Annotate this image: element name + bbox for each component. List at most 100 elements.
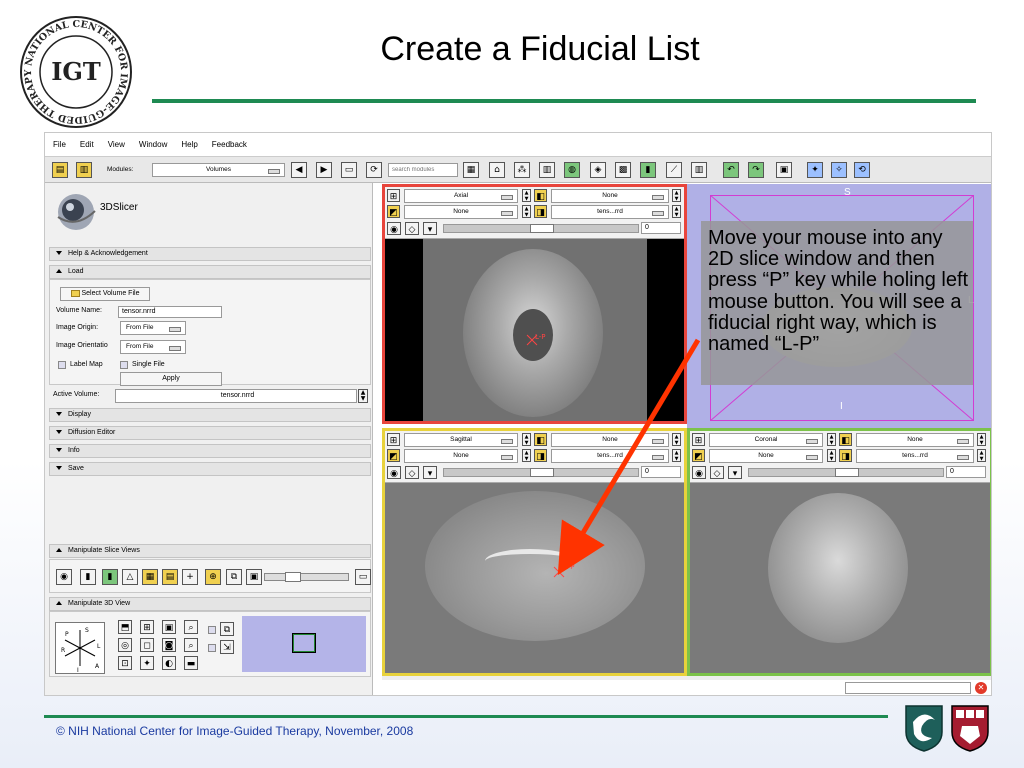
- green-label-select[interactable]: None: [709, 449, 823, 463]
- section-3d-view[interactable]: Manipulate 3D View: [49, 597, 371, 611]
- red-label-select[interactable]: None: [404, 205, 518, 219]
- green-menu-icon[interactable]: ▾: [728, 466, 742, 479]
- section-slice-views[interactable]: Manipulate Slice Views: [49, 544, 371, 558]
- section-save[interactable]: Save: [49, 462, 371, 476]
- section-diffusion[interactable]: Diffusion Editor: [49, 426, 371, 440]
- view-red-icon[interactable]: ▬: [184, 656, 198, 670]
- menu-view[interactable]: View: [108, 140, 125, 156]
- fiducials-icon[interactable]: ◈: [590, 162, 606, 178]
- red-layer-icon[interactable]: ⊞: [387, 189, 400, 202]
- red-bg-spinner[interactable]: ▲ ▼: [672, 205, 681, 218]
- green-bg-icon[interactable]: ◨: [839, 449, 852, 462]
- volume-name-field[interactable]: tensor.nrrd: [118, 306, 222, 318]
- zoom-out-icon[interactable]: ⌕: [184, 638, 198, 652]
- green-bg-spinner[interactable]: ▲ ▼: [977, 449, 986, 462]
- slice-intersect-icon[interactable]: ⊕: [205, 569, 221, 585]
- green-fg-icon[interactable]: ◧: [839, 433, 852, 446]
- green-offset-field[interactable]: 0: [946, 466, 986, 478]
- yellow-orientation-select[interactable]: Sagittal: [404, 433, 518, 447]
- green-offset-slider[interactable]: [748, 468, 944, 477]
- red-label-icon[interactable]: ◩: [387, 205, 400, 218]
- module-history-icon[interactable]: ▭: [341, 162, 357, 178]
- slice-window-icon[interactable]: ▣: [246, 569, 262, 585]
- green-label-spinner[interactable]: ▲ ▼: [827, 449, 836, 462]
- rotate-icon[interactable]: ⟲: [854, 162, 870, 178]
- green-orientation-select[interactable]: Coronal: [709, 433, 823, 447]
- green-link-icon[interactable]: ◇: [710, 466, 724, 479]
- green-fg-select[interactable]: None: [856, 433, 974, 447]
- red-fg-icon[interactable]: ◧: [534, 189, 547, 202]
- save-scene-icon[interactable]: ▥: [76, 162, 92, 178]
- label-map-checkbox[interactable]: [58, 361, 66, 369]
- refresh-icon[interactable]: ⟳: [366, 162, 382, 178]
- slice-lightbox-icon[interactable]: ▤: [162, 569, 178, 585]
- slice-fov-slider[interactable]: [264, 572, 349, 582]
- transforms-icon[interactable]: ▮: [640, 162, 656, 178]
- select-volume-button[interactable]: Select Volume File: [60, 287, 150, 301]
- layout-icon[interactable]: ▣: [776, 162, 792, 178]
- menu-file[interactable]: File: [53, 140, 66, 156]
- menu-edit[interactable]: Edit: [80, 140, 94, 156]
- slice-link-icon[interactable]: ▮: [102, 569, 118, 585]
- green-fg-spinner-2[interactable]: ▲ ▼: [977, 433, 986, 446]
- orientation-select[interactable]: From File: [120, 340, 186, 354]
- red-visibility-icon[interactable]: ◉: [387, 222, 401, 235]
- models-icon[interactable]: ◍: [564, 162, 580, 178]
- section-help[interactable]: Help & Acknowledgement: [49, 247, 371, 261]
- red-bg-icon[interactable]: ◨: [534, 205, 547, 218]
- module-selector[interactable]: Volumes: [152, 163, 285, 177]
- yellow-fg-spinner[interactable]: ▲ ▼: [522, 433, 531, 446]
- measure-icon[interactable]: ⟋: [666, 162, 682, 178]
- view-box-icon[interactable]: ◻: [140, 638, 154, 652]
- place-icon[interactable]: ✧: [831, 162, 847, 178]
- viewer-splitter[interactable]: [382, 676, 991, 680]
- yellow-visibility-icon[interactable]: ◉: [387, 466, 401, 479]
- apply-button[interactable]: Apply: [120, 372, 222, 386]
- slice-eye-icon[interactable]: ◉: [56, 569, 72, 585]
- yellow-layer-icon[interactable]: ⊞: [387, 433, 400, 446]
- colors-icon[interactable]: ▥: [691, 162, 707, 178]
- yellow-label-icon[interactable]: ◩: [387, 449, 400, 462]
- view-option-checkbox-2[interactable]: [208, 644, 216, 652]
- pick-icon[interactable]: ✦: [807, 162, 823, 178]
- view-center-icon[interactable]: ⊡: [118, 656, 132, 670]
- yellow-link-icon[interactable]: ◇: [405, 466, 419, 479]
- clear-icon[interactable]: ✕: [975, 682, 987, 694]
- green-slice-viewer[interactable]: ⊞ Coronal ▲ ▼ ◧ None ▲ ▼ ◩ None ▲ ▼ ◨ tens.…: [687, 428, 991, 676]
- red-orientation-select[interactable]: Axial: [404, 189, 518, 203]
- slice-annot-icon[interactable]: △: [122, 569, 138, 585]
- view-snapshot-icon[interactable]: ⧉: [220, 622, 234, 636]
- view-stereo-icon[interactable]: ◐: [162, 656, 176, 670]
- section-display[interactable]: Display: [49, 408, 371, 422]
- single-file-checkbox[interactable]: [120, 361, 128, 369]
- view-pitch-icon[interactable]: ⬒: [118, 620, 132, 634]
- yellow-label-spinner[interactable]: ▲ ▼: [522, 449, 531, 462]
- red-fg-spinner[interactable]: ▲ ▼: [522, 189, 531, 202]
- crosshair-icon[interactable]: +: [182, 569, 198, 585]
- load-scene-icon[interactable]: ▤: [52, 162, 68, 178]
- slice-menu-icon[interactable]: ▭: [355, 569, 371, 585]
- status-field[interactable]: [845, 682, 971, 694]
- editor-icon[interactable]: ▩: [615, 162, 631, 178]
- slice-fit-icon[interactable]: ▮: [80, 569, 96, 585]
- red-bg-select[interactable]: tens...rrd: [551, 205, 669, 219]
- data-icon[interactable]: ⁂: [514, 162, 530, 178]
- view-rock-icon[interactable]: ▣: [162, 620, 176, 634]
- grid-layout-icon[interactable]: ▦: [463, 162, 479, 178]
- yellow-menu-icon[interactable]: ▾: [423, 466, 437, 479]
- yellow-label-select[interactable]: None: [404, 449, 518, 463]
- zoom-in-icon[interactable]: ⌕: [184, 620, 198, 634]
- green-slice-image[interactable]: [690, 483, 990, 673]
- green-bg-select[interactable]: tens...rrd: [856, 449, 974, 463]
- view3d-thumbnail[interactable]: [242, 616, 366, 672]
- home-icon[interactable]: ⌂: [489, 162, 505, 178]
- undo-icon[interactable]: ↶: [723, 162, 739, 178]
- module-search-input[interactable]: [388, 163, 458, 177]
- orientation-widget[interactable]: P S R L I A: [55, 622, 105, 674]
- green-fg-spinner[interactable]: ▲ ▼: [827, 433, 836, 446]
- view-export-icon[interactable]: ⇲: [220, 640, 234, 654]
- origin-select[interactable]: From File: [120, 321, 186, 335]
- forward-icon[interactable]: ▶: [316, 162, 332, 178]
- active-volume-spinner[interactable]: ▲ ▼: [358, 389, 368, 403]
- section-load[interactable]: Load: [49, 265, 371, 279]
